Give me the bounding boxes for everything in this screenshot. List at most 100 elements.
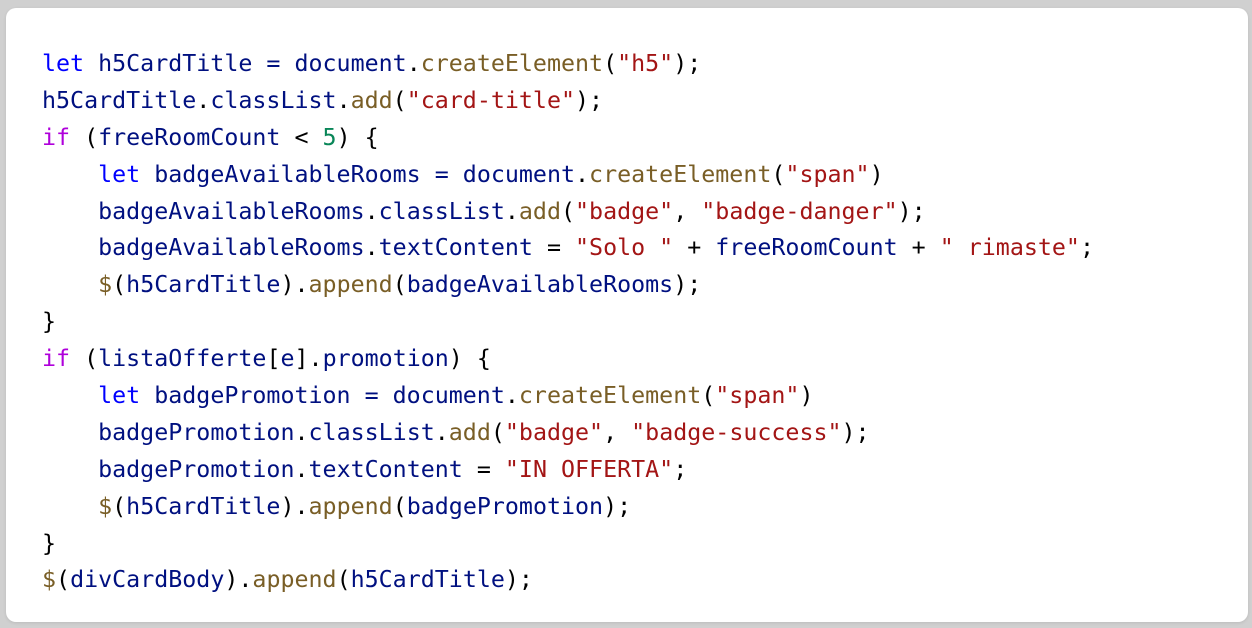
code-token: + <box>673 234 716 262</box>
code-token: , <box>673 197 702 225</box>
code-line: if (freeRoomCount < 5) { <box>42 120 1094 157</box>
code-token: ). <box>280 271 309 299</box>
code-token: ); <box>603 492 632 520</box>
code-token: ( <box>70 123 99 151</box>
code-token: < <box>280 123 323 151</box>
code-token: promotion <box>322 345 449 373</box>
code-token: $ <box>98 492 113 520</box>
code-token: classList <box>308 418 435 446</box>
code-token: ( <box>392 492 407 520</box>
code-token: divCardBody <box>70 566 225 594</box>
code-line: } <box>42 304 1094 341</box>
code-token: createElement <box>420 50 604 77</box>
code-token: . <box>364 197 379 225</box>
code-token: h5CardTitle <box>42 86 197 114</box>
code-token: ( <box>490 418 505 446</box>
code-token: badgePromotion <box>406 492 604 520</box>
code-token: ( <box>336 566 351 594</box>
code-token: h5CardTitle <box>350 566 505 594</box>
code-token: "badge-danger" <box>701 197 898 225</box>
code-token: badgeAvailableRooms <box>98 234 365 262</box>
code-token: ( <box>392 271 407 299</box>
code-line: } <box>42 526 1094 563</box>
code-line: h5CardTitle.classList.add("card-title"); <box>42 83 1094 120</box>
code-token: add <box>518 197 561 225</box>
code-token: = <box>532 234 576 262</box>
code-token: . <box>294 418 309 446</box>
code-token: let <box>42 50 85 77</box>
code-line: badgeAvailableRooms.classList.add("badge… <box>42 194 1094 231</box>
code-token: if <box>42 123 71 151</box>
code-token: ); <box>504 566 533 594</box>
code-token: } <box>42 529 57 557</box>
code-token: ); <box>673 50 702 77</box>
code-token: , <box>603 418 632 446</box>
code-token: } <box>42 308 57 336</box>
code-token: ); <box>841 418 870 446</box>
code-token: add <box>448 418 491 446</box>
code-token: ) <box>869 160 884 188</box>
code-token: . <box>575 160 590 188</box>
code-token: "card-title" <box>406 86 576 114</box>
code-snippet-card: let h5CardTitle = document.createElement… <box>6 8 1248 622</box>
code-token: badgeAvailableRooms = <box>140 160 463 188</box>
code-token: . <box>504 197 519 225</box>
code-token: let <box>98 160 141 188</box>
code-token: "IN OFFERTA" <box>504 455 674 483</box>
code-line: badgePromotion.classList.add("badge", "b… <box>42 415 1094 452</box>
code-token: ( <box>771 160 786 188</box>
code-token: "badge" <box>504 418 604 446</box>
code-token: "span" <box>785 160 870 188</box>
code-token: [ <box>266 345 281 373</box>
code-token: h5CardTitle <box>126 271 281 299</box>
code-token: h5CardTitle <box>126 492 281 520</box>
code-token: . <box>196 86 211 114</box>
code-token: . <box>336 86 351 114</box>
code-token: ( <box>56 566 71 594</box>
code-line: let badgePromotion = document.createElem… <box>42 378 1094 415</box>
code-token: + <box>897 234 940 262</box>
code-token: if <box>42 345 71 373</box>
code-token: ; <box>673 455 688 483</box>
code-line: $(h5CardTitle).append(badgeAvailableRoom… <box>42 267 1094 304</box>
code-token: ) { <box>448 345 491 373</box>
code-line: $(divCardBody).append(h5CardTitle); <box>42 562 1094 599</box>
code-token: freeRoomCount <box>715 234 898 262</box>
code-token: ( <box>392 86 407 114</box>
code-token: ) { <box>336 123 379 151</box>
code-token: ( <box>560 197 576 225</box>
code-token: ; <box>1079 234 1094 262</box>
code-token: badgePromotion <box>98 418 295 446</box>
code-token: freeRoomCount <box>98 123 281 151</box>
code-token: textContent <box>308 455 463 483</box>
code-token: $ <box>98 271 113 299</box>
code-token: createElement <box>589 160 772 188</box>
code-token: badgeAvailableRooms <box>98 197 365 225</box>
code-token: badgePromotion = <box>140 382 393 410</box>
code-token: e <box>280 345 295 373</box>
code-token: document <box>462 160 576 188</box>
code-token: textContent <box>378 234 533 262</box>
code-line: let h5CardTitle = document.createElement… <box>42 46 1094 83</box>
code-token: classList <box>210 86 337 114</box>
code-token: append <box>308 271 393 299</box>
code-token: add <box>350 86 393 114</box>
code-line: if (listaOfferte[e].promotion) { <box>42 341 1094 378</box>
code-token: badgePromotion <box>98 455 295 483</box>
code-token: let <box>98 382 141 410</box>
code-token: "Solo " <box>575 234 674 262</box>
code-token: " rimaste" <box>939 234 1080 262</box>
code-token: = <box>462 455 505 483</box>
code-token: $ <box>42 566 57 594</box>
code-token: . <box>434 418 449 446</box>
code-token: append <box>252 566 337 594</box>
code-token: ( <box>112 492 127 520</box>
code-token: classList <box>378 197 505 225</box>
code-token: ( <box>603 50 618 77</box>
code-token: h5CardTitle = <box>84 50 295 77</box>
code-token: document <box>392 382 505 410</box>
code-token: "badge-success" <box>631 418 842 446</box>
code-token: badgeAvailableRooms <box>406 271 674 299</box>
